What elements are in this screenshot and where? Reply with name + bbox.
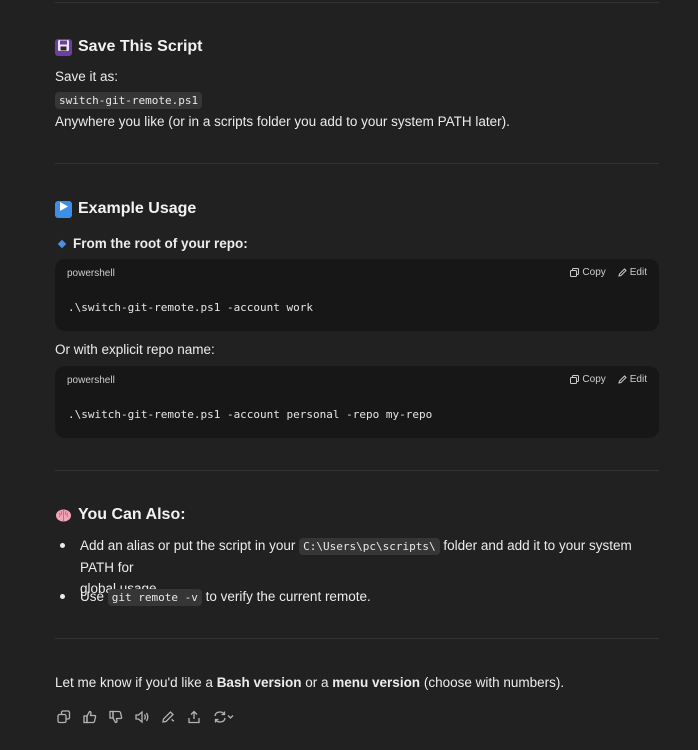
- scripts-path-code: C:\Users\pc\scripts\: [299, 538, 440, 555]
- code-block-1-copy-button[interactable]: Copy: [570, 267, 606, 278]
- copy-icon: [570, 375, 580, 384]
- code-block-1-lang: powershell: [67, 268, 115, 279]
- location-note: Anywhere you like (or in a scripts folde…: [55, 114, 510, 129]
- filename-code: switch-git-remote.ps1: [55, 92, 203, 109]
- git-remote-code: git remote -v: [107, 589, 202, 606]
- thumbs-up-icon[interactable]: [81, 708, 98, 725]
- chevron-down-icon: [227, 714, 234, 719]
- divider-1: [55, 163, 659, 164]
- copy-icon: [570, 268, 580, 277]
- divider-3: [55, 638, 659, 639]
- brain-icon: [55, 507, 72, 524]
- bullet-2: [60, 594, 65, 599]
- divider-2: [55, 470, 659, 471]
- closing-menu: menu version: [332, 675, 421, 690]
- copy-label: Copy: [582, 374, 606, 385]
- regenerate-icon[interactable]: [211, 708, 237, 725]
- item2-text-post: to verify the current remote.: [205, 589, 371, 604]
- share-icon[interactable]: [185, 708, 202, 725]
- code-block-2: powershell Copy Edit .\switch-git-remote…: [55, 366, 659, 438]
- item1-text-pre: Add an alias or put the script in your: [80, 538, 296, 553]
- code-block-1: powershell Copy Edit .\switch-git-remote…: [55, 259, 659, 331]
- code-block-2-copy-button[interactable]: Copy: [570, 374, 606, 385]
- item2-text-pre: Use: [80, 589, 105, 604]
- heading-example-usage: Example Usage: [55, 200, 196, 218]
- copy-label: Copy: [582, 267, 606, 278]
- code-block-2-lang: powershell: [67, 375, 115, 386]
- thumbs-down-icon[interactable]: [107, 708, 124, 725]
- closing-pre: Let me know if you'd like a: [55, 675, 213, 690]
- code-block-2-edit-button[interactable]: Edit: [618, 374, 647, 385]
- pencil-icon: [618, 268, 627, 277]
- root-label-line: From the root of your repo:: [55, 233, 248, 254]
- save-as-label: Save it as:: [55, 69, 119, 84]
- message-actions-toolbar: [55, 708, 237, 725]
- edit-icon[interactable]: [159, 708, 176, 725]
- explicit-label: Or with explicit repo name:: [55, 342, 215, 357]
- heading-save-script: Save This Script: [55, 38, 203, 56]
- code-block-2-code: .\switch-git-remote.ps1 -account persona…: [68, 408, 433, 421]
- code-block-1-edit-button[interactable]: Edit: [618, 267, 647, 278]
- copy-icon[interactable]: [55, 708, 72, 725]
- heading-you-can-also: You Can Also:: [55, 506, 186, 524]
- pencil-icon: [618, 375, 627, 384]
- code-block-2-actions: Copy Edit: [570, 374, 647, 385]
- closing-bash: Bash version: [216, 675, 302, 690]
- bullet-1: [60, 543, 65, 548]
- diamond-icon: [57, 239, 67, 248]
- play-button-icon: [55, 200, 72, 218]
- filename-line: switch-git-remote.ps1: [55, 89, 203, 111]
- heading-you-can-also-text: You Can Also:: [78, 506, 186, 523]
- floppy-disk-icon: [55, 38, 72, 56]
- heading-example-usage-text: Example Usage: [78, 200, 197, 217]
- edit-label: Edit: [629, 374, 647, 385]
- heading-save-script-text: Save This Script: [78, 38, 203, 55]
- code-block-1-code: .\switch-git-remote.ps1 -account work: [68, 301, 314, 314]
- read-aloud-icon[interactable]: [133, 708, 150, 725]
- divider-top: [55, 2, 659, 3]
- list-item: Use git remote -v to verify the current …: [80, 586, 660, 608]
- code-block-1-actions: Copy Edit: [570, 267, 647, 278]
- closing-message: Let me know if you'd like a Bash version…: [55, 672, 564, 693]
- edit-label: Edit: [629, 267, 647, 278]
- root-label: From the root of your repo:: [73, 236, 248, 251]
- closing-post: (choose with numbers).: [423, 675, 565, 690]
- closing-mid: or a: [305, 675, 329, 690]
